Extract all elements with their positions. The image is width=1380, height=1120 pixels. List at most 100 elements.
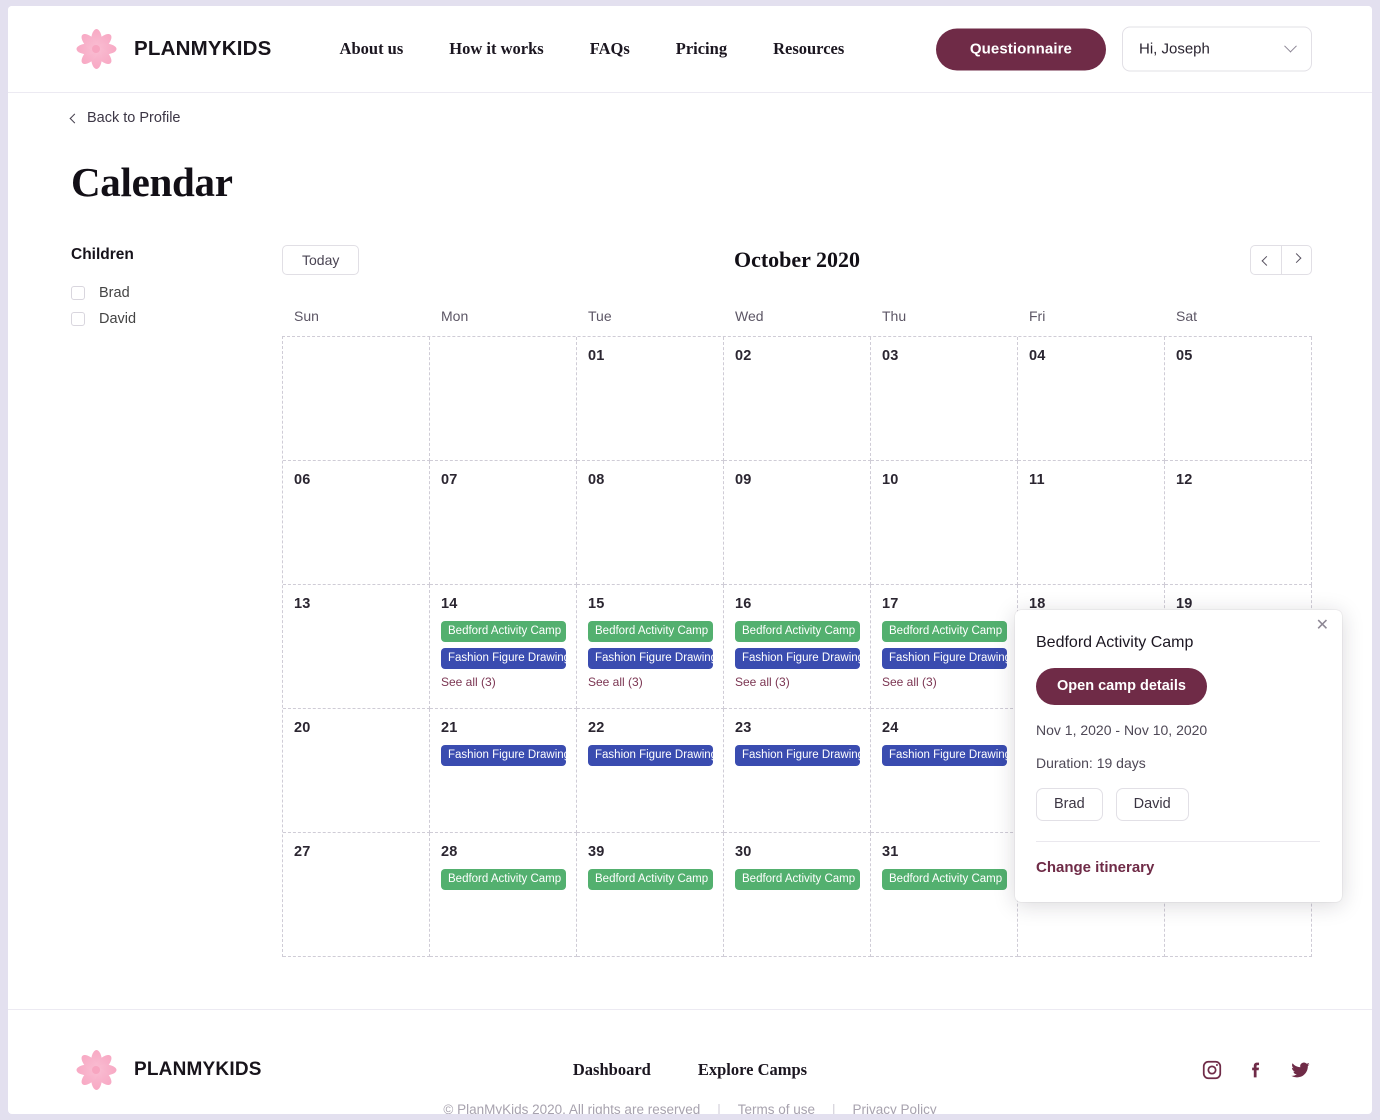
calendar-event-chip[interactable]: Bedford Activity Camp [735,620,860,642]
calendar-event-chip[interactable]: Bedford Activity Camp [588,868,713,890]
footer-socials [1201,1059,1312,1081]
footer-link-explore-camps[interactable]: Explore Camps [698,1060,807,1080]
calendar-day-cell[interactable] [283,336,430,461]
calendar-day-cell[interactable]: 08 [577,460,724,585]
calendar-day-cell[interactable]: 05 [1165,336,1312,461]
calendar-day-cell[interactable]: 21 Fashion Figure Drawing [430,708,577,833]
calendar-event-chip[interactable]: Bedford Activity Camp [735,868,860,890]
calendar-day-cell[interactable]: 13 [283,584,430,709]
calendar-day-cell[interactable] [430,336,577,461]
privacy-policy-link[interactable]: Privacy Policy [853,1102,937,1115]
calendar-day-cell[interactable]: 16 Bedford Activity Camp Fashion Figure Dr… [724,584,871,709]
calendar-day-cell[interactable]: 22 Fashion Figure Drawing [577,708,724,833]
calendar-day-cell[interactable]: 12 [1165,460,1312,585]
calendar-day-cell[interactable]: 02 [724,336,871,461]
child-filter-brad[interactable]: Brad [71,280,282,306]
calendar-day-cell[interactable]: 27 [283,832,430,957]
calendar-day-cell[interactable]: 03 [871,336,1018,461]
content-area: Children Brad David Today October 2020 S… [71,244,1342,957]
day-number: 16 [735,595,752,612]
checkbox-icon[interactable] [71,311,85,326]
child-filter-label: David [99,310,137,327]
calendar-day-cell[interactable]: 24 Fashion Figure Drawing [871,708,1018,833]
dow-sun: Sun [294,307,319,324]
calendar-day-cell[interactable]: 06 [283,460,430,585]
see-all-link[interactable]: See all (3) [882,675,1007,689]
questionnaire-button[interactable]: Questionnaire [935,28,1106,70]
calendar-month-label: October 2020 [733,246,861,272]
today-button[interactable]: Today [282,244,360,275]
dow-thu: Thu [882,307,907,324]
calendar-event-chip[interactable]: Fashion Figure Drawing [735,744,860,766]
day-number: 31 [882,843,899,860]
calendar-event-chip[interactable]: Bedford Activity Camp [441,868,566,890]
calendar-event-chip[interactable]: Bedford Activity Camp [588,620,713,642]
prev-month-button[interactable] [1250,244,1281,275]
nav-item-pricing[interactable]: Pricing [653,39,750,59]
day-number: 07 [441,471,458,488]
nav-item-faqs[interactable]: FAQs [567,39,653,59]
chevron-down-icon [1284,39,1297,53]
flower-logo-icon [71,1045,121,1095]
see-all-link[interactable]: See all (3) [735,675,860,689]
child-filter-david[interactable]: David [71,306,282,332]
calendar-day-cell[interactable]: 28 Bedford Activity Camp [430,832,577,957]
calendar-event-chip[interactable]: Bedford Activity Camp [441,620,566,642]
calendar-day-cell[interactable]: 20 [283,708,430,833]
calendar-event-chip[interactable]: Fashion Figure Drawing [882,744,1007,766]
footer-brand-logo[interactable]: PLANMYKIDS [71,1045,262,1095]
popover-child-david[interactable]: David [1115,787,1189,821]
page-title: Calendar [71,158,233,205]
calendar-day-cell[interactable]: 01 [577,336,724,461]
separator: | [832,1101,836,1115]
calendar-event-chip[interactable]: Fashion Figure Drawing [882,647,1007,669]
next-month-button[interactable] [1281,244,1312,275]
dow-tue: Tue [588,307,612,324]
facebook-icon[interactable] [1245,1059,1267,1081]
calendar-event-chip[interactable]: Fashion Figure Drawing [441,647,566,669]
open-camp-details-button[interactable]: Open camp details [1036,667,1207,705]
nav-item-resources[interactable]: Resources [750,39,867,59]
terms-of-use-link[interactable]: Terms of use [738,1102,815,1115]
nav-item-how-it-works[interactable]: How it works [426,39,566,59]
dow-mon: Mon [441,307,469,324]
brand-logo[interactable]: PLANMYKIDS [71,24,272,74]
calendar-day-cell[interactable]: 11 [1018,460,1165,585]
instagram-icon[interactable] [1201,1059,1223,1081]
calendar-event-chip[interactable]: Fashion Figure Drawing [735,647,860,669]
copyright-text: © PlanMyKids 2020. All rights are reserv… [443,1101,701,1115]
calendar-day-cell[interactable]: 15 Bedford Activity Camp Fashion Figure Dr… [577,584,724,709]
calendar-day-cell[interactable]: 04 [1018,336,1165,461]
calendar-day-cell[interactable]: 14 Bedford Activity Camp Fashion Figure Dr… [430,584,577,709]
see-all-link[interactable]: See all (3) [588,675,713,689]
calendar-day-cell[interactable]: 30 Bedford Activity Camp [724,832,871,957]
brand-name: PLANMYKIDS [134,37,272,60]
twitter-icon[interactable] [1289,1059,1312,1081]
calendar-day-cell[interactable]: 31 Bedford Activity Camp [871,832,1018,957]
back-to-profile-link[interactable]: Back to Profile [69,110,181,126]
chevron-left-icon [1261,255,1271,266]
footer-link-dashboard[interactable]: Dashboard [573,1060,651,1080]
calendar-day-cell[interactable]: 17 Bedford Activity Camp Fashion Figure Dr… [871,584,1018,709]
calendar-event-chip[interactable]: Fashion Figure Drawing [588,744,713,766]
calendar-event-chip[interactable]: Bedford Activity Camp [882,868,1007,890]
calendar-event-chip[interactable]: Bedford Activity Camp [882,620,1007,642]
user-menu[interactable]: Hi, Joseph [1122,26,1312,72]
calendar-event-chip[interactable]: Fashion Figure Drawing [588,647,713,669]
day-number: 09 [735,471,752,488]
change-itinerary-link[interactable]: Change itinerary [1036,859,1320,876]
see-all-link[interactable]: See all (3) [441,675,566,689]
back-to-profile-label: Back to Profile [87,110,181,126]
close-icon[interactable]: ✕ [1316,617,1329,634]
day-number: 39 [588,843,605,860]
chevron-right-icon [1291,253,1302,264]
calendar-day-cell[interactable]: 07 [430,460,577,585]
checkbox-icon[interactable] [71,285,85,300]
nav-item-about-us[interactable]: About us [317,39,427,59]
calendar-day-cell[interactable]: 10 [871,460,1018,585]
calendar-day-cell[interactable]: 23 Fashion Figure Drawing [724,708,871,833]
popover-child-brad[interactable]: Brad [1036,787,1103,821]
calendar-day-cell[interactable]: 39 Bedford Activity Camp [577,832,724,957]
calendar-event-chip[interactable]: Fashion Figure Drawing [441,744,566,766]
calendar-day-cell[interactable]: 09 [724,460,871,585]
